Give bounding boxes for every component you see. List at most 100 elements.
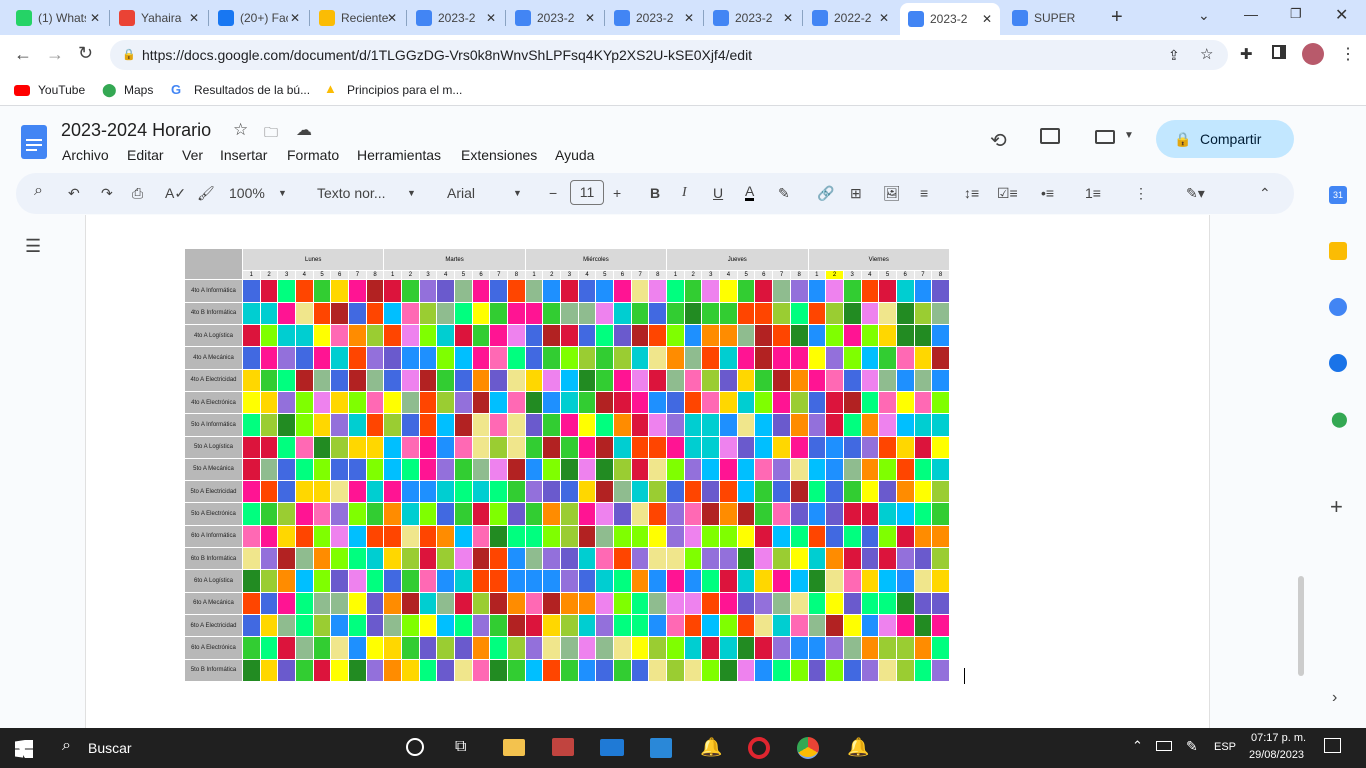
maps-icon[interactable]: ⬤ xyxy=(1331,410,1348,428)
collapse-menu-icon[interactable]: ⌃ xyxy=(1259,185,1271,202)
cloud-status-icon[interactable]: ☁ xyxy=(296,120,312,140)
contacts-icon[interactable] xyxy=(1329,354,1347,372)
pen-icon[interactable]: ✎ xyxy=(1186,738,1198,755)
menu-formato[interactable]: Formato xyxy=(287,147,339,163)
browser-tab[interactable]: SUPER xyxy=(1004,4,1096,31)
notification-app-icon[interactable]: 🔔 xyxy=(847,737,869,758)
move-folder-icon[interactable]: 🗀 xyxy=(264,122,278,146)
style-select[interactable]: Texto nor... xyxy=(317,185,385,201)
app-icon[interactable] xyxy=(552,738,574,756)
align-icon[interactable]: ≡ xyxy=(920,185,928,201)
minimize-icon[interactable]: — xyxy=(1244,6,1258,22)
bookmark-principles[interactable]: Principios para el m... xyxy=(347,83,462,97)
opera-icon[interactable] xyxy=(748,737,770,759)
link-icon[interactable]: 🔗 xyxy=(817,185,834,202)
battery-icon[interactable] xyxy=(1156,741,1172,751)
reload-icon[interactable]: ↻ xyxy=(78,43,93,64)
menu-archivo[interactable]: Archivo xyxy=(62,147,109,163)
search-icon[interactable]: ⌕ xyxy=(62,737,71,755)
close-tab-icon[interactable]: ✕ xyxy=(684,11,694,25)
close-tab-icon[interactable]: ✕ xyxy=(783,11,793,25)
undo-icon[interactable]: ↶ xyxy=(68,185,80,202)
comments-icon[interactable] xyxy=(1040,128,1060,144)
calendar-icon[interactable]: 31 xyxy=(1329,186,1347,204)
cortana-icon[interactable] xyxy=(406,738,424,756)
close-tab-icon[interactable]: ✕ xyxy=(290,11,300,25)
url-field[interactable]: 🔒 https://docs.google.com/document/d/1TL… xyxy=(110,40,1228,70)
history-icon[interactable]: ⟲ xyxy=(990,128,1007,153)
notification-app-icon[interactable]: 🔔 xyxy=(700,737,722,758)
bold-icon[interactable]: B xyxy=(650,185,660,201)
taskbar-search[interactable]: Buscar xyxy=(88,740,132,756)
browser-tab[interactable]: (1) WhatsApp ✕ xyxy=(8,4,108,31)
bullet-list-icon[interactable]: •≡ xyxy=(1041,185,1054,201)
doc-title[interactable]: 2023-2024 Horario xyxy=(61,120,211,141)
font-select[interactable]: Arial xyxy=(447,185,475,201)
profile-avatar[interactable] xyxy=(1302,43,1324,65)
menu-ayuda[interactable]: Ayuda xyxy=(555,147,594,163)
mail-icon[interactable] xyxy=(600,739,624,756)
outline-icon[interactable]: ☰ xyxy=(25,236,41,257)
underline-icon[interactable]: U xyxy=(713,185,723,201)
more-tools-icon[interactable]: ⋮ xyxy=(1134,185,1148,202)
close-tab-icon[interactable]: ✕ xyxy=(982,12,992,26)
add-addon-icon[interactable]: + xyxy=(1330,494,1343,520)
browser-tab[interactable]: (20+) Facebook✕ xyxy=(210,4,308,31)
decrease-size-icon[interactable]: − xyxy=(549,185,557,201)
browser-tab[interactable]: 2023-2 ✕ xyxy=(507,4,603,31)
forward-icon[interactable]: → xyxy=(46,44,64,65)
spellcheck-icon[interactable]: A✓ xyxy=(165,185,186,202)
browser-tab[interactable]: 2022-2 ✕ xyxy=(804,4,897,31)
tasks-icon[interactable] xyxy=(1329,298,1347,316)
sidepanel-icon[interactable] xyxy=(1272,45,1286,59)
zoom-select[interactable]: 100% xyxy=(229,185,265,201)
highlight-icon[interactable]: ✎ xyxy=(778,185,790,202)
close-tab-icon[interactable]: ✕ xyxy=(879,11,889,25)
scrollbar[interactable] xyxy=(1298,576,1304,676)
expand-panel-icon[interactable]: › xyxy=(1332,689,1337,707)
share-page-icon[interactable]: ⇪ xyxy=(1168,40,1180,70)
close-tab-icon[interactable]: ✕ xyxy=(486,11,496,25)
meet-icon[interactable] xyxy=(1095,130,1115,144)
comment-add-icon[interactable]: ⊞ xyxy=(850,185,862,202)
browser-tab[interactable]: Yahaira ✕ xyxy=(111,4,207,31)
checklist-icon[interactable]: ☑≡ xyxy=(997,185,1018,202)
chrome-icon[interactable] xyxy=(797,737,819,759)
search-icon[interactable]: ⌕ xyxy=(34,182,43,200)
new-tab-icon[interactable]: + xyxy=(1111,6,1123,29)
windows-start-icon[interactable] xyxy=(15,740,33,758)
image-icon[interactable]: 🖼 xyxy=(883,185,901,202)
close-tab-icon[interactable]: ✕ xyxy=(189,11,199,25)
extensions-icon[interactable]: ✚ xyxy=(1240,45,1253,63)
increase-size-icon[interactable]: + xyxy=(613,185,621,201)
font-size-input[interactable]: 11 xyxy=(570,180,604,205)
browser-tab[interactable]: 2023-2 ✕ xyxy=(705,4,801,31)
italic-icon[interactable]: I xyxy=(682,185,687,201)
bookmark-youtube[interactable]: YouTube xyxy=(38,83,85,97)
star-icon[interactable]: ☆ xyxy=(233,120,248,140)
edit-mode-icon[interactable]: ✎▾ xyxy=(1186,185,1205,202)
menu-ver[interactable]: Ver xyxy=(182,147,203,163)
share-button[interactable]: 🔒 Compartir xyxy=(1156,120,1294,158)
close-tab-icon[interactable]: ✕ xyxy=(387,11,397,25)
print-icon[interactable]: ⎙ xyxy=(132,185,143,202)
restore-icon[interactable]: ❐ xyxy=(1290,6,1302,22)
bookmark-star-icon[interactable]: ☆ xyxy=(1200,40,1213,70)
keep-icon[interactable] xyxy=(1329,242,1347,260)
browser-tab[interactable]: 2023-2 ✕ xyxy=(408,4,504,31)
browser-tab[interactable]: 2023-2 ✕ xyxy=(900,3,1000,35)
notifications-icon[interactable] xyxy=(1324,738,1341,753)
bookmark-results[interactable]: Resultados de la bú... xyxy=(194,83,310,97)
text-color-icon[interactable]: A xyxy=(745,184,755,201)
close-tab-icon[interactable]: ✕ xyxy=(585,11,595,25)
more-menu-icon[interactable]: ⋮ xyxy=(1340,44,1356,64)
clock-date[interactable]: 29/08/2023 xyxy=(1249,749,1304,761)
docs-logo-icon[interactable] xyxy=(21,125,47,159)
browser-tab[interactable]: Recientes✕ xyxy=(311,4,405,31)
numbered-list-icon[interactable]: 1≡ xyxy=(1085,185,1101,201)
tab-search-icon[interactable]: ⌄ xyxy=(1198,7,1210,24)
back-icon[interactable]: ← xyxy=(14,44,32,65)
bookmark-maps[interactable]: Maps xyxy=(124,83,153,97)
meet-dropdown-icon[interactable]: ▼ xyxy=(1124,130,1134,141)
paint-format-icon[interactable]: 🖌 xyxy=(197,185,215,202)
